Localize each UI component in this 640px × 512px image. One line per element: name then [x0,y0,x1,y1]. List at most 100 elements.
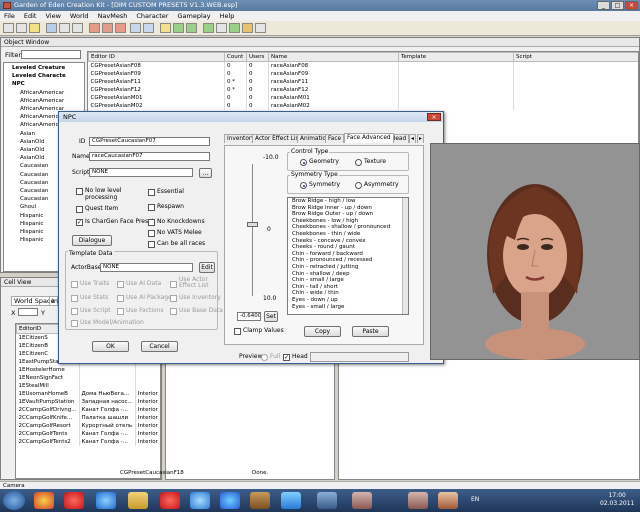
fog-icon[interactable] [255,23,266,33]
menu-view[interactable]: View [45,11,60,21]
undo-icon[interactable] [59,23,70,33]
table-row[interactable]: 2CCampGolfTents2 Канат Голфа -... Interior [16,438,160,446]
tab-scroll-right-icon[interactable]: ▸ [417,134,424,143]
maximize-button[interactable]: □ [611,1,624,10]
redo-icon[interactable] [72,23,83,33]
actorbase-select[interactable]: NONE [100,263,193,272]
filter-input[interactable] [21,50,81,59]
geck-taskbar-icon[interactable] [438,492,458,509]
face-app-icon[interactable] [408,492,428,509]
ie-icon[interactable] [96,492,116,509]
table-row[interactable]: 1EHostelerHome [16,366,160,374]
tab-face[interactable]: Face [325,134,345,143]
chrome-icon[interactable] [34,492,54,509]
essential-checkbox[interactable] [148,189,155,196]
snap-grid-icon[interactable] [130,23,141,33]
symmetry-radio[interactable] [300,182,307,189]
slider-value-input[interactable]: -0.6400 [237,312,261,321]
use-inventory-checkbox[interactable] [170,295,177,302]
table-row[interactable]: 1EStealMill [16,382,160,390]
use-traits-checkbox[interactable] [71,281,78,288]
table-row[interactable]: CGPresetAsianM02 0 0 raceAsianM02 [88,102,638,110]
table-row[interactable]: CGPresetAsianM01 0 0 raceAsianM01 [88,94,638,102]
vault-boy-icon[interactable] [281,492,301,509]
morph-list-item[interactable]: Brow Ridge Outer - up / down [290,211,408,218]
menu-file[interactable]: File [4,11,15,21]
col-name[interactable]: Name [268,52,399,62]
morph-list-item[interactable]: Chin - tall / short [290,284,408,291]
col-count[interactable]: Count [224,52,247,62]
face-preview[interactable] [430,143,640,360]
x-input[interactable] [18,308,38,316]
menu-edit[interactable]: Edit [24,11,37,21]
scale-icon[interactable] [115,23,126,33]
geometry-radio[interactable] [300,159,307,166]
id-input[interactable]: CGPresetCaucasianF07 [89,137,210,146]
col-template[interactable]: Template [398,52,514,62]
light-icon[interactable] [160,23,171,33]
table-row[interactable]: CGPresetAsianF08 0 0 raceAsianF08 [88,61,638,70]
menu-character[interactable]: Character [136,11,168,21]
menu-help[interactable]: Help [220,11,235,21]
sharing-icon[interactable] [220,492,240,509]
morph-list-item[interactable]: Cheekbones - thin / wide [290,231,408,238]
explorer-icon[interactable] [128,492,148,509]
cancel-button[interactable]: Cancel [141,341,178,352]
tree-item[interactable]: AfricanAmericar [6,89,82,97]
sky-icon[interactable] [242,23,253,33]
folder-icon[interactable] [29,23,40,33]
snap-angle-icon[interactable] [143,23,154,33]
morph-list-item[interactable]: Cheeks - concave / convex [290,238,408,245]
asymmetry-radio[interactable] [355,182,362,189]
copy-button[interactable]: Copy [304,326,341,337]
dialogue-button[interactable]: Dialogue [72,235,112,246]
col-users[interactable]: Users [246,52,269,62]
language-indicator[interactable]: EN [471,496,479,503]
tab-scroll-left-icon[interactable]: ◂ [409,134,416,143]
use-factions-checkbox[interactable] [117,308,124,315]
new-icon[interactable] [3,23,14,33]
media-player-icon[interactable] [190,492,210,509]
tree-icon[interactable] [186,23,197,33]
menu-world[interactable]: World [70,11,89,21]
no-vats-melee-checkbox[interactable] [148,230,155,237]
use-ai-packages-checkbox[interactable] [117,295,124,302]
start-button-icon[interactable] [3,491,25,510]
rotate-icon[interactable] [102,23,113,33]
morph-list-item[interactable]: Cheekbones - shallow / pronounced [290,224,408,231]
open-icon[interactable] [16,23,27,33]
tab-actor-effect-list[interactable]: Actor Effect List [252,134,304,143]
morph-list-scrollbar[interactable] [402,198,408,314]
respawn-checkbox[interactable] [148,204,155,211]
table-row[interactable]: 2CCampGolfResort Курортный отель Interior [16,422,160,430]
morph-list-item[interactable]: Chin - shallow / deep [290,271,408,278]
use-model-animation-checkbox[interactable] [71,320,78,327]
clamp-values-checkbox[interactable] [234,328,241,335]
morph-list[interactable]: Brow Ridge - high / low Brow Ridge Inner … [287,197,409,315]
minimize-button[interactable]: _ [597,1,610,10]
morph-list-item[interactable]: Brow Ridge - high / low [290,198,408,205]
morph-slider-thumb[interactable] [247,222,258,227]
chargen-preset-checkbox[interactable]: ✓ [76,219,83,226]
ok-button[interactable]: OK [92,341,129,352]
paste-button[interactable]: Paste [352,326,389,337]
name-input[interactable]: raceCaucasianF07 [89,152,210,161]
table-row[interactable]: CGPresetAsianF11 0 * 0 raceAsianF11 [88,78,638,86]
use-script-checkbox[interactable] [71,308,78,315]
set-button[interactable]: Set [264,311,278,322]
table-row[interactable]: 2CCampGolfDrivng... Канат Голфа -... Inter… [16,406,160,414]
tree-item[interactable]: Leveled Creature [6,64,82,72]
dialog-close-icon[interactable]: × [427,113,441,121]
morph-list-item[interactable]: Chin - retracted / jutting [290,264,408,271]
menu-gameplay[interactable]: Gameplay [177,11,210,21]
preview-head-checkbox[interactable]: ✓ [283,354,290,361]
chest-icon[interactable] [250,492,270,509]
no-knockdowns-checkbox[interactable] [148,219,155,226]
opera-window-icon[interactable] [160,492,180,509]
tree-item[interactable]: AfricanAmericar [6,97,82,105]
use-ai-data-checkbox[interactable] [117,281,124,288]
morph-list-item[interactable]: Eyes - down / up [290,297,408,304]
morph-list-item[interactable]: Eyes - small / large [290,304,408,311]
texture-radio[interactable] [355,159,362,166]
script-browse-button[interactable]: ... [199,168,212,178]
